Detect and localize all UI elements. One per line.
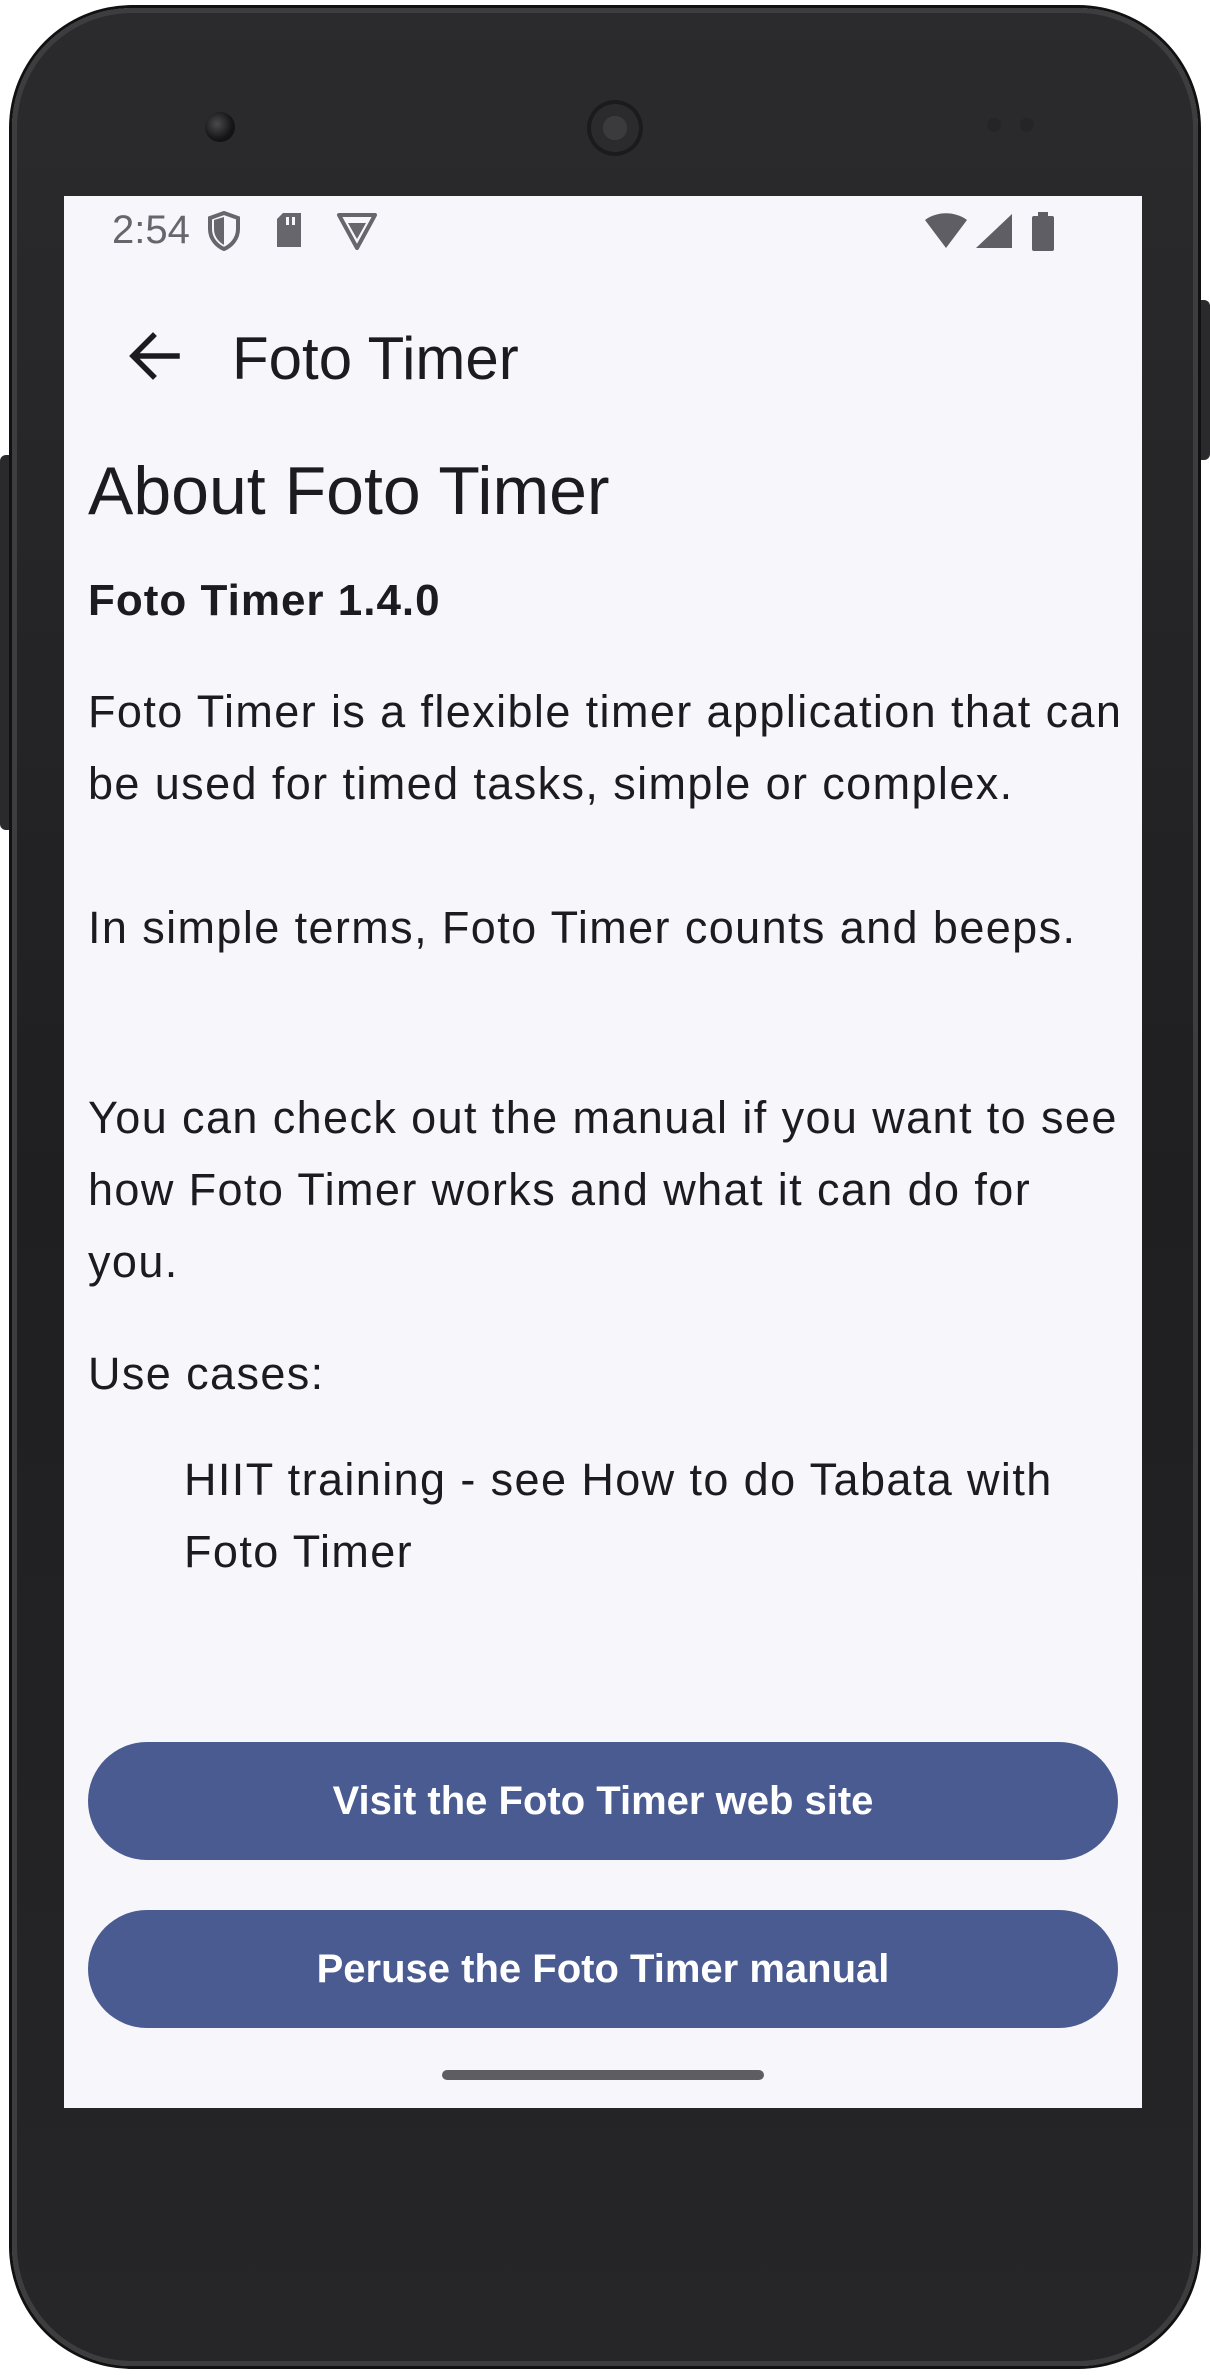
sd-card-icon [274, 211, 304, 254]
peruse-manual-button[interactable]: Peruse the Foto Timer manual [88, 1910, 1118, 2028]
status-bar: 2:54 [64, 196, 1142, 266]
proximity-sensor [987, 118, 1001, 132]
front-camera [205, 112, 235, 142]
power-button [1196, 300, 1210, 460]
earpiece-speaker [587, 100, 643, 156]
description-paragraph: Foto Timer is a flexible timer applicati… [88, 686, 1123, 809]
version-label: Foto Timer 1.4.0 [88, 576, 441, 625]
vpn-icon [336, 211, 378, 256]
use-case-item: HIIT training - see How to do Tabata wit… [184, 1454, 1053, 1577]
page-title: About Foto Timer [88, 453, 610, 529]
wifi-icon [924, 212, 968, 255]
use-cases-label: Use cases: [88, 1348, 325, 1399]
summary-paragraph: In simple terms, Foto Timer counts and b… [88, 902, 1077, 953]
battery-icon [1030, 212, 1056, 257]
shield-icon [207, 210, 241, 256]
manual-paragraph: You can check out the manual if you want… [88, 1092, 1118, 1287]
light-sensor [1020, 118, 1034, 132]
top-app-bar: Foto Timer [64, 296, 1142, 416]
device-screen: 2:54 Foto Timer About Foto Timer Foto Ti… [64, 196, 1142, 2108]
arrow-back-icon [127, 331, 181, 386]
back-button[interactable] [112, 316, 196, 400]
app-bar-title: Foto Timer [232, 325, 519, 392]
signal-icon [974, 212, 1014, 255]
visit-website-button[interactable]: Visit the Foto Timer web site [88, 1742, 1118, 1860]
status-time: 2:54 [112, 208, 190, 252]
gesture-nav-handle[interactable] [442, 2070, 764, 2080]
